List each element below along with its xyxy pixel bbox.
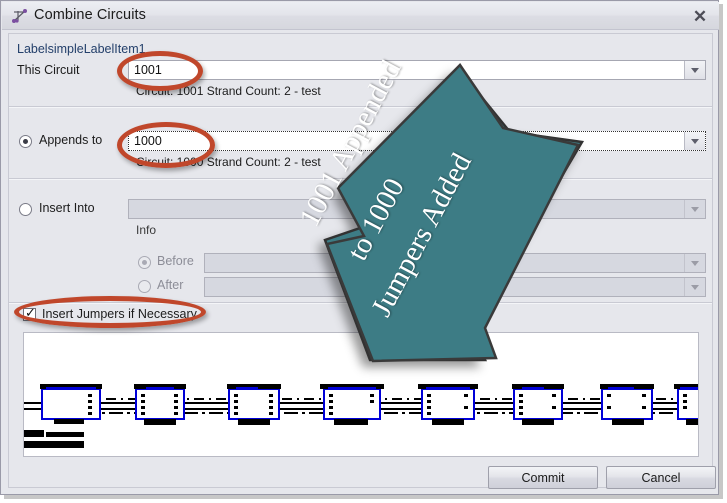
appends-to-dropdown-button[interactable] <box>684 132 705 150</box>
before-radio <box>138 256 151 269</box>
before-dropdown-button <box>684 254 705 272</box>
cancel-button[interactable]: Cancel <box>606 466 716 489</box>
chevron-down-icon <box>691 67 699 73</box>
chevron-down-icon <box>691 284 699 290</box>
appends-to-radio[interactable] <box>19 135 32 148</box>
chevron-down-icon <box>691 206 699 212</box>
insert-into-radio[interactable] <box>19 203 32 216</box>
title-bar: Combine Circuits ✕ <box>2 2 719 30</box>
window-title: Combine Circuits <box>34 7 146 23</box>
callout-arrow: 1001 Appended to 1000 Jumpers Added <box>293 55 600 380</box>
screenshot-root: Combine Circuits ✕ LabelsimpleLabelItem1… <box>0 0 727 503</box>
before-label: Before <box>157 254 194 268</box>
this-circuit-label: This Circuit <box>17 63 80 77</box>
highlight-appends-to-value <box>117 122 215 168</box>
highlight-this-circuit-value <box>117 51 203 91</box>
circuit-node-icon <box>12 9 27 23</box>
after-dropdown-button <box>684 278 705 296</box>
commit-button[interactable]: Commit <box>488 466 598 489</box>
simple-label-item: LabelsimpleLabelItem1 <box>17 42 146 56</box>
insert-into-dropdown-button <box>684 200 705 218</box>
this-circuit-dropdown-button[interactable] <box>684 61 705 79</box>
chevron-down-icon <box>691 138 699 144</box>
appends-to-label: Appends to <box>39 133 103 147</box>
insert-into-label: Insert Into <box>39 201 95 215</box>
chevron-down-icon <box>691 260 699 266</box>
close-icon[interactable]: ✕ <box>683 3 717 30</box>
after-radio <box>138 280 151 293</box>
insert-into-info: Info <box>136 223 157 237</box>
highlight-insert-jumpers <box>14 296 206 328</box>
after-label: After <box>157 278 184 292</box>
